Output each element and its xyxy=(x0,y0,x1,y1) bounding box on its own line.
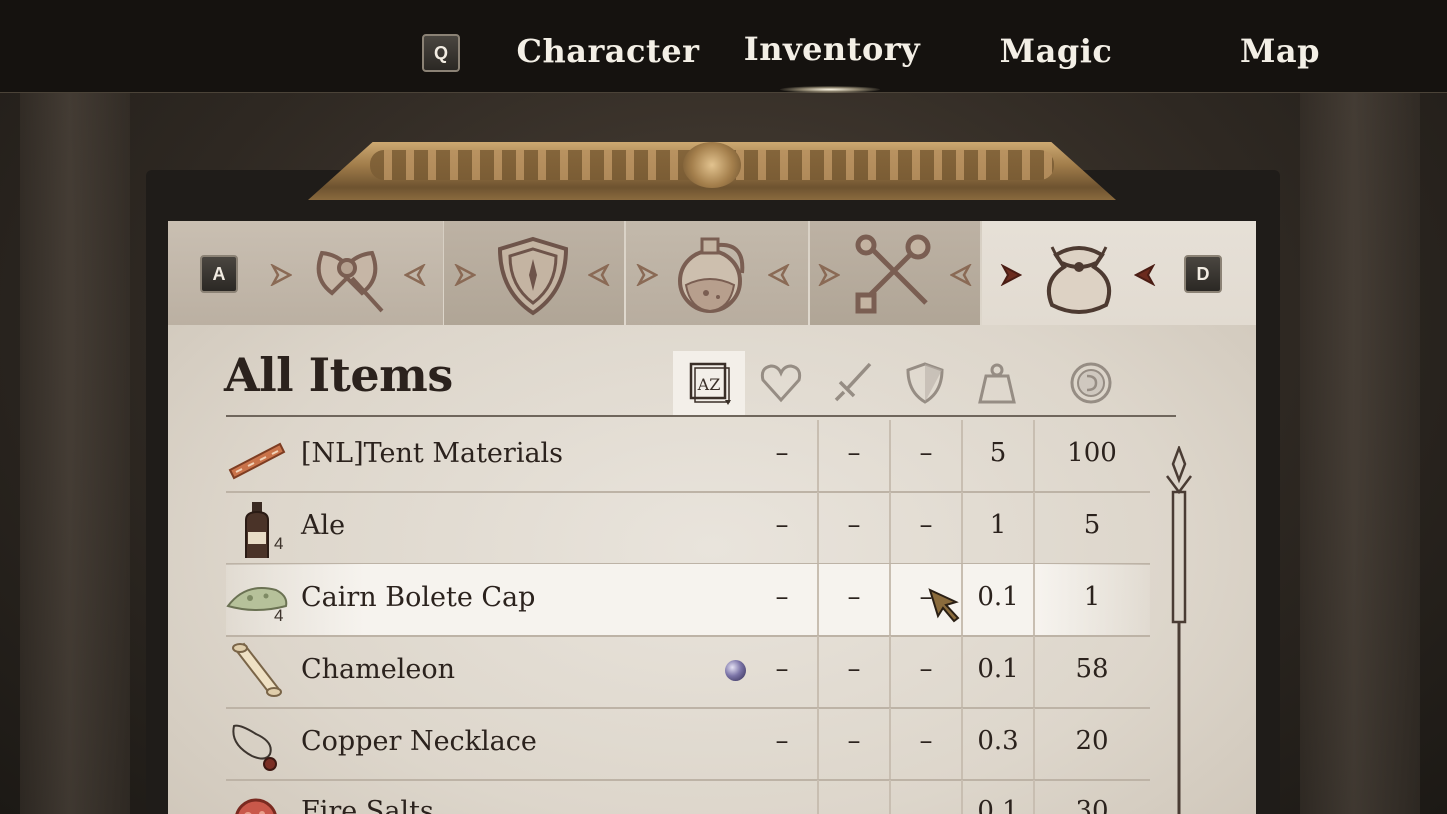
item-stat: – xyxy=(775,510,789,540)
item-name: [NL]Tent Materials xyxy=(301,438,564,469)
left-arrow-icon xyxy=(768,264,790,286)
item-stat: – xyxy=(775,654,789,684)
item-stat: – xyxy=(847,582,861,612)
list-item[interactable]: Copper Necklace – – – 0.3 20 xyxy=(226,708,1150,781)
tab-magic[interactable]: Magic xyxy=(1000,32,1113,70)
item-stat: – xyxy=(775,726,789,756)
item-stat: – xyxy=(847,654,861,684)
mouse-cursor-icon xyxy=(928,588,960,623)
left-arrow-icon xyxy=(404,264,426,286)
list-item[interactable]: Fire Salts 0.1 30 xyxy=(226,780,1150,814)
all-items-bag-icon xyxy=(1047,246,1111,314)
item-stat: – xyxy=(919,654,933,684)
sort-az-icon[interactable]: AZ xyxy=(687,360,733,406)
item-weight: 0.1 xyxy=(977,582,1019,612)
tab-character[interactable]: Character xyxy=(516,32,699,70)
prev-tab-key-q[interactable]: Q xyxy=(422,34,460,72)
list-item[interactable]: [NL]Tent Materials – – – 5 100 xyxy=(226,420,1150,493)
scroll-icon xyxy=(232,642,282,697)
item-name: Fire Salts xyxy=(301,796,434,814)
item-name: Ale xyxy=(301,510,346,541)
top-navigation-bar: Q Character Inventory Magic Map xyxy=(0,0,1447,93)
item-value: 20 xyxy=(1075,726,1109,756)
header-divider xyxy=(226,415,1176,417)
item-stat: – xyxy=(775,438,789,468)
weight-icon[interactable] xyxy=(974,360,1020,406)
left-arrow-icon xyxy=(950,264,972,286)
item-value: 1 xyxy=(1083,582,1101,612)
list-item[interactable]: Chameleon – – – 0.1 58 xyxy=(226,636,1150,709)
column-divider xyxy=(1033,492,1035,563)
right-arrow-icon xyxy=(270,264,292,286)
necklace-icon xyxy=(232,724,277,771)
column-divider xyxy=(1033,420,1035,491)
column-divider xyxy=(889,780,891,814)
background-pillar xyxy=(1300,92,1420,814)
item-stat: – xyxy=(919,726,933,756)
armor-rating-icon[interactable] xyxy=(902,360,948,406)
column-divider xyxy=(817,780,819,814)
svg-text:AZ: AZ xyxy=(697,375,721,394)
item-weight: 5 xyxy=(989,438,1007,468)
column-divider xyxy=(1033,708,1035,779)
item-name: Copper Necklace xyxy=(301,726,537,757)
armor-icon xyxy=(497,236,569,316)
tent-materials-icon xyxy=(228,442,286,480)
item-stat: – xyxy=(919,438,933,468)
tools-icon xyxy=(855,234,931,314)
right-arrow-icon xyxy=(1000,264,1022,286)
potions-icon xyxy=(678,237,745,313)
tab-map[interactable]: Map xyxy=(1240,32,1320,70)
item-weight: 0.1 xyxy=(977,796,1019,814)
tab-inventory[interactable]: Inventory xyxy=(744,30,921,68)
list-scrollbar[interactable] xyxy=(1163,446,1195,814)
fire-salts-icon xyxy=(235,798,277,814)
item-stat: – xyxy=(847,726,861,756)
list-item-selected[interactable]: 4 Cairn Bolete Cap – – – 0.1 1 xyxy=(226,564,1150,637)
item-value: 58 xyxy=(1075,654,1109,684)
item-value: 100 xyxy=(1067,438,1117,468)
column-divider xyxy=(1033,780,1035,814)
health-icon[interactable] xyxy=(758,360,804,406)
ornament-boss xyxy=(683,142,741,188)
list-item[interactable]: 4 Ale – – – 1 5 xyxy=(226,492,1150,565)
item-weight: 0.1 xyxy=(977,654,1019,684)
list-title: All Items xyxy=(224,348,453,402)
right-arrow-icon xyxy=(454,264,476,286)
item-stat: – xyxy=(919,510,933,540)
value-icon[interactable] xyxy=(1068,360,1114,406)
item-stat: – xyxy=(847,510,861,540)
item-quantity: 4 xyxy=(274,534,284,553)
item-stat: – xyxy=(775,582,789,612)
item-quantity: 4 xyxy=(274,606,284,625)
right-arrow-icon xyxy=(818,264,840,286)
weapons-icon xyxy=(316,250,384,313)
item-weight: 1 xyxy=(989,510,1007,540)
column-divider xyxy=(1033,564,1035,635)
next-category-key-d[interactable]: D xyxy=(1184,255,1222,293)
item-name: Chameleon xyxy=(301,654,455,685)
background-pillar xyxy=(20,92,130,814)
damage-icon[interactable] xyxy=(830,360,876,406)
item-value: 30 xyxy=(1075,796,1109,814)
left-arrow-icon xyxy=(588,264,610,286)
item-weight: 0.3 xyxy=(977,726,1019,756)
item-value: 5 xyxy=(1083,510,1101,540)
right-arrow-icon xyxy=(636,264,658,286)
column-divider xyxy=(1033,636,1035,707)
item-name: Cairn Bolete Cap xyxy=(301,582,536,613)
prev-category-key-a[interactable]: A xyxy=(200,255,238,293)
active-tab-indicator xyxy=(780,86,880,93)
left-arrow-icon xyxy=(1134,264,1156,286)
item-stat: – xyxy=(847,438,861,468)
enchantment-gem-icon xyxy=(725,660,746,681)
